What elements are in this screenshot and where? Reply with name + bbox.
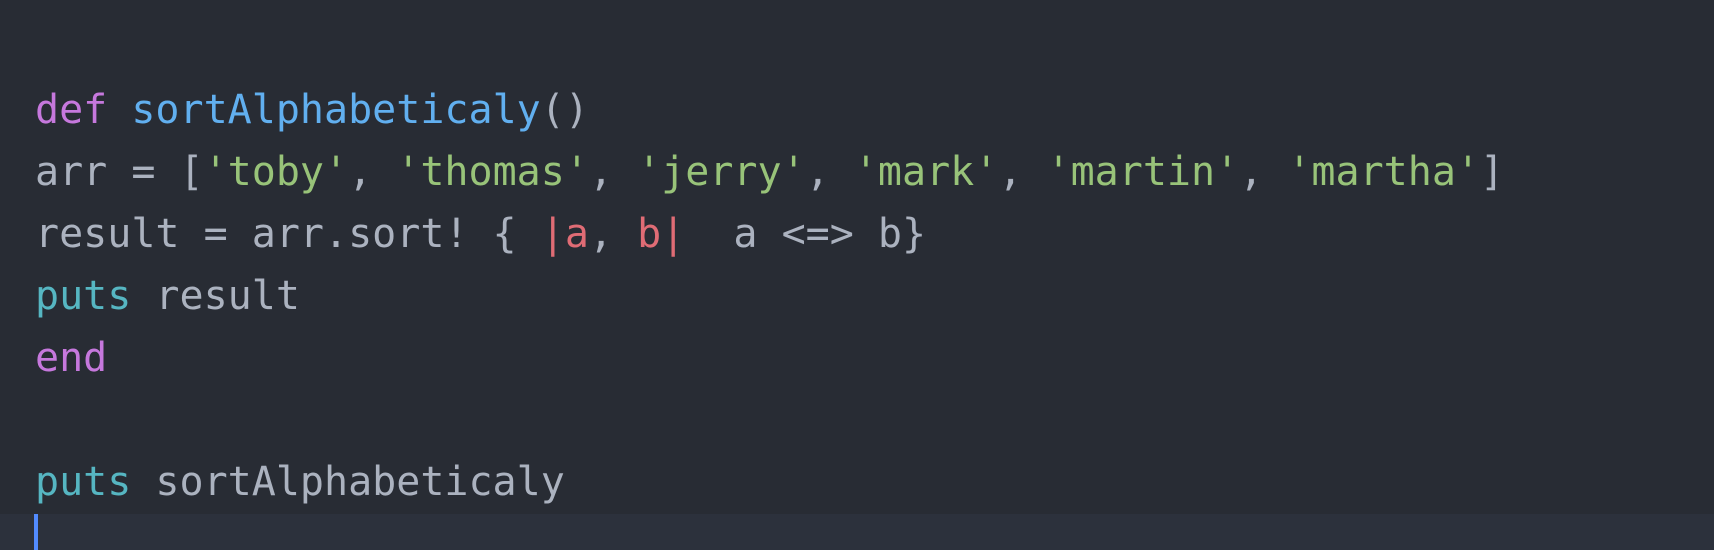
token-keyword: end: [35, 335, 108, 381]
token-plain: arr = [: [35, 149, 204, 195]
current-line-highlight: [0, 514, 1714, 550]
token-string: 'jerry': [637, 149, 806, 195]
text-cursor: [34, 514, 38, 550]
token-string: 'thomas': [396, 149, 589, 195]
token-builtin: puts: [35, 459, 132, 505]
code-area[interactable]: def sortAlphabeticaly() arr = ['toby', 't…: [35, 79, 1504, 513]
token-plain: result = arr.sort! {: [35, 211, 541, 257]
token-plain: ,: [588, 149, 638, 195]
token-plain: ]: [1479, 149, 1505, 195]
code-line[interactable]: result = arr.sort! { |a, b| a <=> b}: [35, 203, 1504, 265]
token-plain: a <=> b}: [685, 211, 927, 257]
token-plain: (): [540, 87, 589, 133]
code-line[interactable]: puts result: [35, 265, 1504, 327]
code-editor[interactable]: def sortAlphabeticaly() arr = ['toby', 't…: [0, 0, 1714, 550]
code-line[interactable]: arr = ['toby', 'thomas', 'jerry', 'mark'…: [35, 141, 1504, 203]
code-line[interactable]: puts sortAlphabeticaly: [35, 451, 1504, 513]
token-string: 'martha': [1287, 149, 1480, 195]
code-line[interactable]: end: [35, 327, 1504, 389]
code-line[interactable]: [35, 389, 1504, 451]
token-plain: ,: [588, 211, 638, 257]
code-line[interactable]: def sortAlphabeticaly(): [35, 79, 1504, 141]
token-string: 'mark': [853, 149, 999, 195]
token-string: 'martin': [1046, 149, 1240, 195]
token-plain: result: [131, 273, 300, 319]
token-param: b|: [637, 211, 686, 257]
token-param: |a: [540, 211, 589, 257]
token-string: 'toby': [203, 149, 349, 195]
token-function: sortAlphabeticaly: [131, 87, 541, 133]
token-plain: ,: [998, 149, 1047, 195]
token-plain: ,: [1239, 149, 1288, 195]
token-keyword: def: [35, 87, 108, 133]
token-plain: ,: [805, 149, 854, 195]
token-builtin: puts: [35, 273, 132, 319]
token-plain: ,: [348, 149, 397, 195]
token-plain: sortAlphabeticaly: [131, 459, 565, 505]
